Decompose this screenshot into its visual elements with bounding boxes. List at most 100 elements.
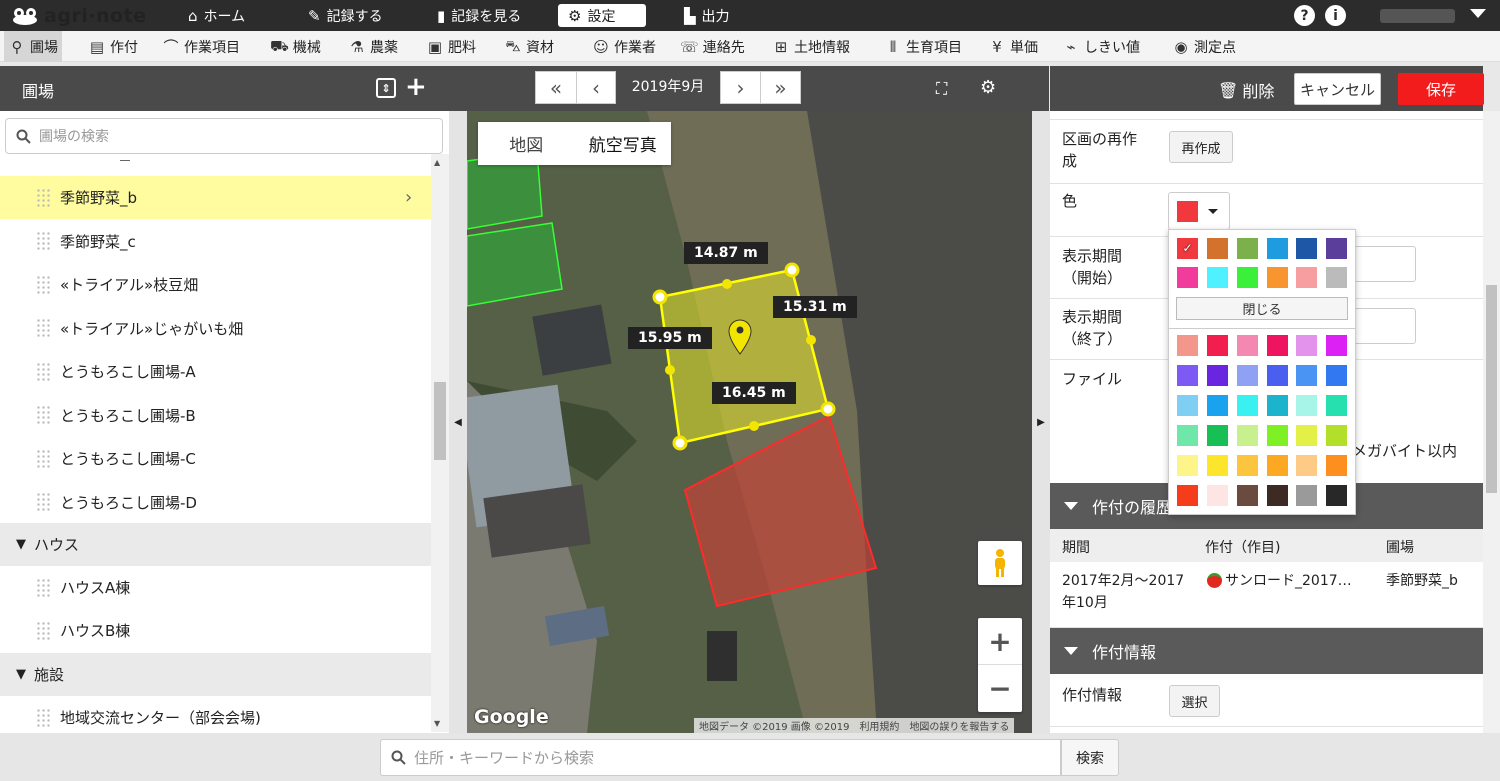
color-swatch[interactable] xyxy=(1177,395,1198,416)
cancel-button[interactable]: キャンセル xyxy=(1294,73,1381,105)
scroll-up-arrow-icon[interactable]: ▲ xyxy=(434,158,440,167)
color-swatch[interactable] xyxy=(1177,485,1198,506)
subnav-item-5[interactable]: ▣ 肥料 xyxy=(422,31,480,62)
color-swatch[interactable] xyxy=(1296,455,1317,476)
topnav-item-3[interactable]: ⚙ 設定 xyxy=(558,4,646,27)
zoom-in-button[interactable]: + xyxy=(978,618,1022,665)
subnav-item-0[interactable]: ⚲ 圃場 xyxy=(4,31,62,62)
topnav-item-1[interactable]: ✎ 記録する xyxy=(298,4,398,27)
drag-handle-icon[interactable] xyxy=(36,620,50,641)
field-list-item[interactable]: ハウスB棟 xyxy=(0,609,431,652)
color-swatch[interactable] xyxy=(1296,238,1317,259)
color-swatch[interactable] xyxy=(1177,425,1198,446)
color-swatch[interactable] xyxy=(1267,395,1288,416)
report-error-link[interactable]: 地図の誤りを報告する xyxy=(909,718,1009,733)
subnav-item-1[interactable]: ▤ 作付 xyxy=(84,31,142,62)
color-select[interactable] xyxy=(1168,192,1230,230)
color-picker-close-button[interactable]: 閉じる xyxy=(1176,297,1348,320)
topnav-item-0[interactable]: ⌂ ホーム xyxy=(178,4,268,27)
drag-handle-icon[interactable] xyxy=(36,492,50,512)
color-swatch[interactable] xyxy=(1237,455,1258,476)
color-swatch[interactable] xyxy=(1267,455,1288,476)
color-swatch[interactable] xyxy=(1296,485,1317,506)
color-swatch[interactable]: ✓ xyxy=(1177,238,1198,259)
map-type-map-tab[interactable]: 地図 xyxy=(478,122,575,165)
color-swatch[interactable] xyxy=(1326,267,1347,288)
subnav-item-8[interactable]: ☏ 連絡先 xyxy=(676,31,749,62)
color-swatch[interactable] xyxy=(1237,238,1258,259)
crop-info-section[interactable]: 作付情報 xyxy=(1050,628,1483,674)
zoom-out-button[interactable]: − xyxy=(978,665,1022,712)
color-swatch[interactable] xyxy=(1326,365,1347,386)
subnav-item-11[interactable]: ¥ 単価 xyxy=(984,31,1042,62)
field-list-item[interactable]: とうもろこし圃場-C xyxy=(0,437,431,480)
drag-handle-icon[interactable] xyxy=(36,405,50,425)
left-scrollbar-thumb[interactable] xyxy=(434,382,446,460)
color-swatch[interactable] xyxy=(1296,425,1317,446)
drag-handle-icon[interactable] xyxy=(36,707,50,728)
topnav-item-4[interactable]: ▙ 出力 xyxy=(674,4,744,27)
color-swatch[interactable] xyxy=(1177,455,1198,476)
color-swatch[interactable] xyxy=(1326,455,1347,476)
subnav-item-10[interactable]: ⫴ 生育項目 xyxy=(880,31,966,62)
field-group-header[interactable]: ▼ 施設 xyxy=(0,653,431,696)
next-year-button[interactable]: » xyxy=(760,71,801,104)
prev-month-button[interactable]: ‹ xyxy=(576,71,616,104)
color-swatch[interactable] xyxy=(1267,365,1288,386)
drag-handle-icon[interactable] xyxy=(36,361,50,382)
add-field-button[interactable]: + xyxy=(405,74,427,100)
map-type-toggle[interactable]: 地図 航空写真 xyxy=(478,122,671,165)
subnav-item-4[interactable]: ⚗ 農薬 xyxy=(344,31,402,62)
street-view-pegman-icon[interactable] xyxy=(978,541,1022,585)
collapse-left-panel-button[interactable]: ◀ xyxy=(449,111,467,733)
color-swatch[interactable] xyxy=(1177,267,1198,288)
color-swatch[interactable] xyxy=(1326,485,1347,506)
help-icon[interactable]: ? xyxy=(1294,5,1315,26)
field-list-item[interactable]: «トライアル»枝豆畑 xyxy=(0,263,431,306)
right-scrollbar-thumb[interactable] xyxy=(1486,285,1497,493)
color-swatch[interactable] xyxy=(1207,455,1228,476)
color-swatch[interactable] xyxy=(1326,425,1347,446)
color-swatch[interactable] xyxy=(1207,425,1228,446)
history-crop-cell[interactable]: サンロード_2017… xyxy=(1207,570,1352,590)
app-logo[interactable]: agri·note xyxy=(12,3,147,28)
color-swatch[interactable] xyxy=(1267,335,1288,356)
drag-handle-icon[interactable] xyxy=(36,231,50,251)
drag-handle-icon[interactable] xyxy=(36,448,50,469)
subnav-item-12[interactable]: ⌁ しきい値 xyxy=(1058,31,1144,62)
field-list-item[interactable]: 季節野菜_b › xyxy=(0,176,431,219)
color-swatch[interactable] xyxy=(1237,395,1258,416)
color-swatch[interactable] xyxy=(1267,485,1288,506)
color-swatch[interactable] xyxy=(1326,335,1347,356)
color-swatch[interactable] xyxy=(1237,365,1258,386)
fullscreen-icon[interactable]: ⛶ xyxy=(936,79,947,99)
field-list-item[interactable]: 季節野菜_c xyxy=(0,220,431,263)
field-list-item[interactable]: ハウスA棟 xyxy=(0,566,431,609)
color-swatch[interactable] xyxy=(1237,485,1258,506)
drag-handle-icon[interactable] xyxy=(36,187,50,208)
color-swatch[interactable] xyxy=(1296,395,1317,416)
crop-info-select-button[interactable]: 選択 xyxy=(1169,685,1220,717)
color-swatch[interactable] xyxy=(1326,395,1347,416)
color-swatch[interactable] xyxy=(1326,238,1347,259)
subnav-item-9[interactable]: ⊞ 土地情報 xyxy=(768,31,854,62)
color-swatch[interactable] xyxy=(1237,267,1258,288)
remake-button[interactable]: 再作成 xyxy=(1169,131,1233,163)
color-swatch[interactable] xyxy=(1267,238,1288,259)
reorder-toggle-icon[interactable]: ⇕ xyxy=(376,78,396,98)
color-swatch[interactable] xyxy=(1296,365,1317,386)
subnav-item-3[interactable]: ⛟ 機械 xyxy=(266,31,325,62)
address-search-button[interactable]: 検索 xyxy=(1061,739,1119,776)
color-swatch[interactable] xyxy=(1207,485,1228,506)
prev-year-button[interactable]: « xyxy=(535,71,577,104)
color-swatch[interactable] xyxy=(1296,267,1317,288)
color-swatch[interactable] xyxy=(1207,267,1228,288)
subnav-item-6[interactable]: ⛍ 資材 xyxy=(500,31,558,62)
color-swatch[interactable] xyxy=(1267,425,1288,446)
color-swatch[interactable] xyxy=(1237,335,1258,356)
user-menu-arrow-icon[interactable] xyxy=(1470,9,1486,18)
next-month-button[interactable]: › xyxy=(720,71,761,104)
topnav-item-2[interactable]: ▮ 記録を見る xyxy=(427,4,545,27)
scroll-down-arrow-icon[interactable]: ▼ xyxy=(434,719,440,728)
info-icon[interactable]: i xyxy=(1325,5,1346,26)
